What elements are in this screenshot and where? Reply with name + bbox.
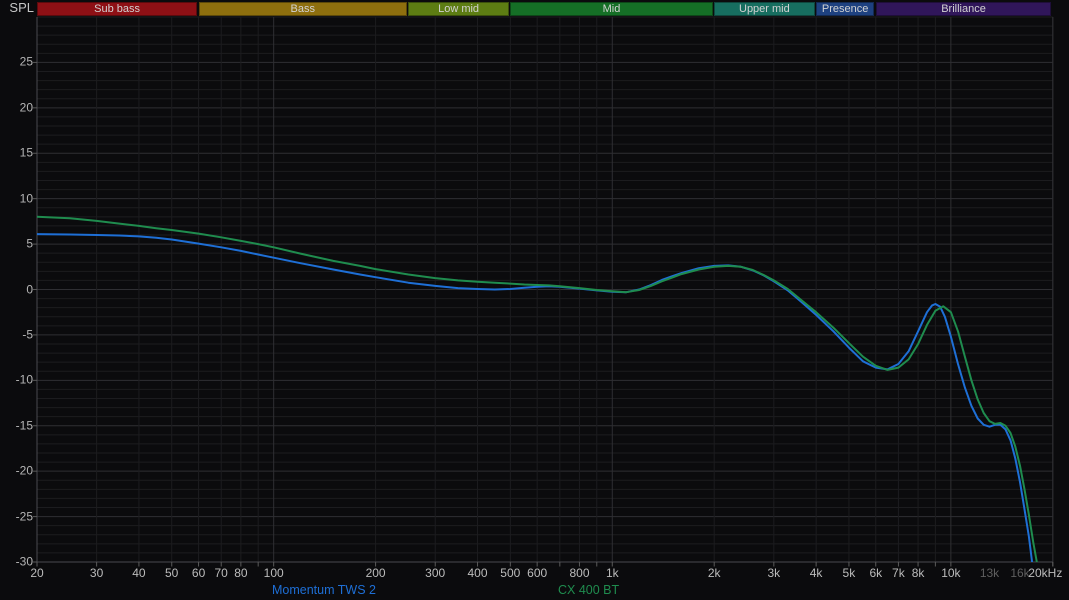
y-tick--15: -15	[15, 418, 33, 433]
x-tick-1k: 1k	[605, 566, 619, 580]
x-tick-7k: 7k	[892, 566, 905, 580]
y-tick-5: 5	[26, 236, 33, 251]
x-tick-13k: 13k	[979, 566, 1000, 580]
x-tick-600: 600	[527, 566, 548, 580]
x-tick-70: 70	[214, 566, 228, 580]
y-tick--20: -20	[15, 463, 33, 478]
y-tick-25: 25	[19, 54, 33, 69]
x-tick-300: 300	[425, 566, 446, 580]
y-tick--10: -10	[15, 372, 33, 387]
x-tick-16k: 16k	[1010, 566, 1030, 580]
y-tick-15: 15	[19, 145, 33, 160]
y-tick--25: -25	[15, 509, 33, 524]
legend-cx-400-bt[interactable]: CX 400 BT	[558, 583, 619, 598]
x-tick-50: 50	[165, 566, 179, 580]
x-tick-80: 80	[234, 566, 248, 580]
x-tick-400: 400	[467, 566, 488, 580]
x-tick-3k: 3k	[767, 566, 781, 580]
axes	[33, 17, 1054, 567]
x-tick-20khz: 20kHz	[1028, 566, 1063, 580]
plot-area	[33, 16, 1054, 567]
x-tick-100: 100	[263, 566, 284, 580]
x-tick-200: 200	[365, 566, 386, 580]
x-tick-500: 500	[500, 566, 521, 580]
y-tick-0: 0	[26, 282, 33, 296]
x-tick-6k: 6k	[869, 566, 883, 580]
y-tick--5: -5	[22, 327, 33, 342]
x-tick-2k: 2k	[707, 566, 721, 580]
frequency-response-chart: SPL Sub bass Bass Low mid Mid Upper mid Prese…	[0, 0, 1069, 600]
legend-momentum-tws-2[interactable]: Momentum TWS 2	[272, 583, 376, 598]
x-tick-30: 30	[89, 566, 104, 580]
x-tick-40: 40	[132, 566, 146, 580]
y-tick--30: -30	[15, 554, 33, 569]
x-tick-5k: 5k	[842, 566, 856, 580]
x-tick-800: 800	[569, 566, 590, 580]
y-tick-20: 20	[19, 100, 33, 115]
x-tick-10k: 10k	[941, 566, 961, 580]
x-tick-60: 60	[191, 566, 206, 580]
gridlines	[37, 16, 1054, 562]
x-tick-8k: 8k	[911, 566, 925, 580]
y-tick-10: 10	[19, 191, 33, 206]
x-tick-4k: 4k	[809, 566, 823, 580]
